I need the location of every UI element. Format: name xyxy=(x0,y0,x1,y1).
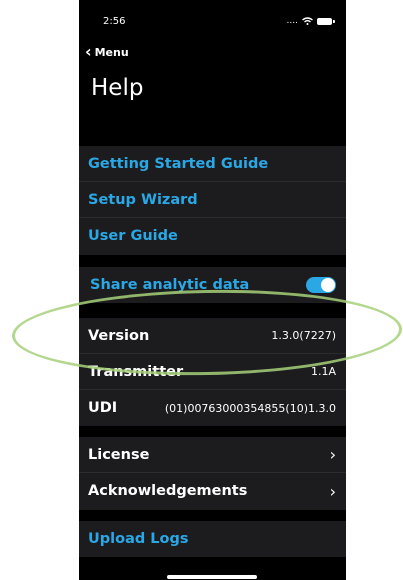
page-title: Help xyxy=(91,75,144,101)
acknowledgements-row[interactable]: Acknowledgements › xyxy=(79,473,346,509)
status-bar: 2:56 .... xyxy=(79,16,346,30)
link-label: User Guide xyxy=(88,228,178,244)
udi-value: (01)00763000354855(10)1.3.0 xyxy=(164,401,336,415)
upload-logs-group: Upload Logs xyxy=(79,521,346,557)
back-button-label: Menu xyxy=(94,45,129,59)
license-row[interactable]: License › xyxy=(79,437,346,473)
help-links-group: Getting Started Guide Setup Wizard User … xyxy=(79,146,346,255)
upload-logs-label: Upload Logs xyxy=(88,531,189,547)
status-icons: .... xyxy=(286,16,335,26)
link-label: Getting Started Guide xyxy=(88,155,269,172)
link-label: Setup Wizard xyxy=(88,191,198,208)
setup-wizard-link[interactable]: Setup Wizard xyxy=(79,182,346,218)
back-button[interactable]: ‹ Menu xyxy=(85,42,129,61)
status-time: 2:56 xyxy=(103,16,126,27)
udi-row: UDI (01)00763000354855(10)1.3.0 xyxy=(79,390,346,426)
signal-icon: .... xyxy=(286,16,298,26)
license-label: License xyxy=(88,446,150,463)
chevron-right-icon: › xyxy=(329,481,336,501)
battery-icon xyxy=(317,17,335,25)
chevron-left-icon: ‹ xyxy=(85,42,92,61)
legal-group: License › Acknowledgements › xyxy=(79,437,346,510)
user-guide-link[interactable]: User Guide xyxy=(79,218,346,254)
udi-label: UDI xyxy=(88,400,118,416)
toggle-knob xyxy=(321,278,335,292)
share-analytics-toggle[interactable] xyxy=(306,277,336,293)
acknowledgements-label: Acknowledgements xyxy=(88,483,248,499)
wifi-icon xyxy=(302,17,313,25)
chevron-right-icon: › xyxy=(329,445,336,464)
transmitter-value: 1.1A xyxy=(310,365,336,378)
getting-started-guide-link[interactable]: Getting Started Guide xyxy=(79,146,346,182)
home-indicator xyxy=(167,575,257,579)
upload-logs-button[interactable]: Upload Logs xyxy=(79,521,346,557)
